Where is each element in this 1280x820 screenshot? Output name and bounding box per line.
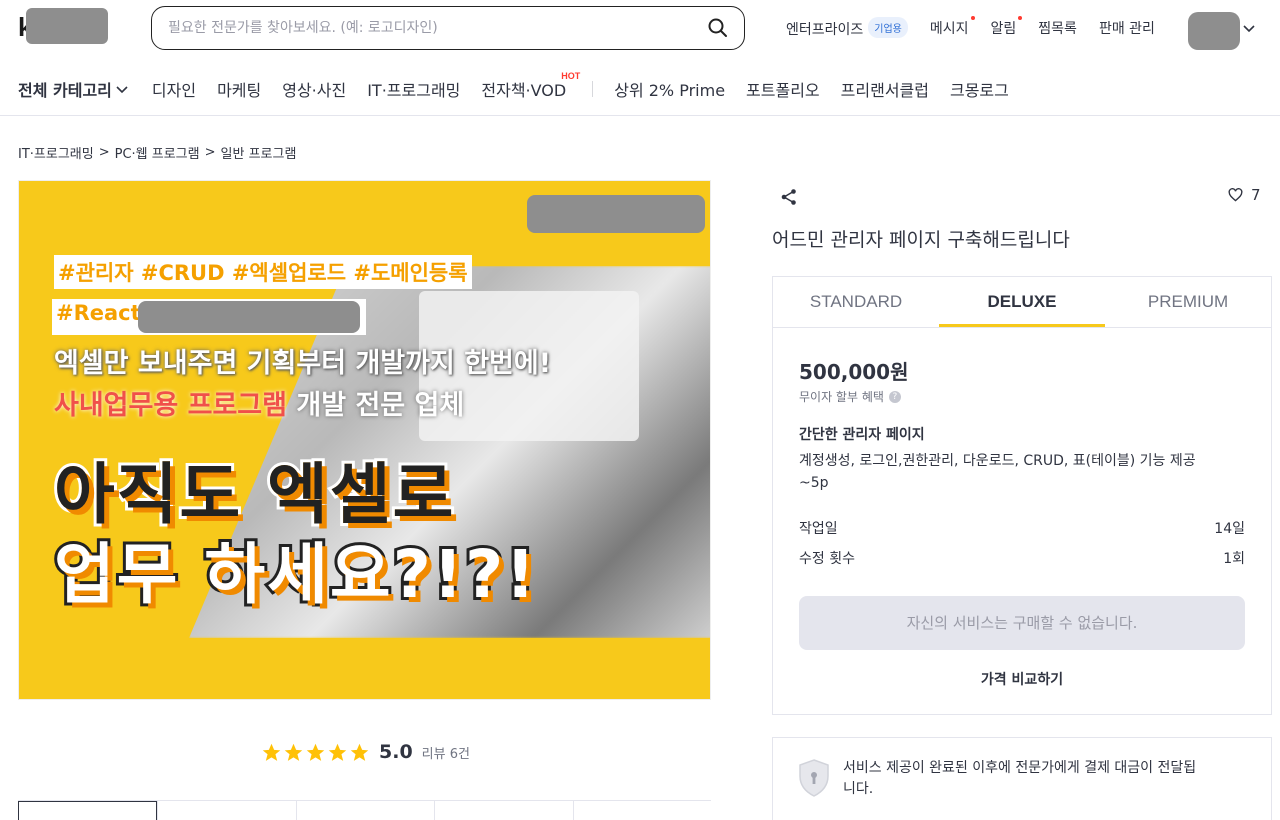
thumbnail-redaction	[527, 195, 705, 233]
avatar[interactable]	[1188, 12, 1240, 50]
search-bar	[151, 6, 745, 50]
thumbnail-subheadline-red: 사내업무용 프로그램	[54, 390, 287, 421]
chevron-down-icon	[116, 86, 128, 94]
revisions-row: 수정 횟수 1회	[799, 548, 1245, 568]
category-prime[interactable]: 상위 2% Prime	[614, 77, 725, 101]
category-portfolio[interactable]: 포트폴리오	[746, 77, 820, 101]
hot-badge: HOT	[561, 71, 581, 81]
thumbnail-tags-line2-text: #React	[56, 301, 141, 325]
messages-unread-dot	[970, 16, 975, 20]
installment-label: 무이자 할부 혜택	[799, 390, 884, 404]
review-count[interactable]: 리뷰 6건	[422, 743, 470, 762]
chevron-down-icon[interactable]	[1242, 20, 1256, 34]
star-icon	[284, 743, 303, 761]
star-rating	[261, 742, 370, 763]
rating-score: 5.0	[379, 741, 413, 763]
all-categories-menu[interactable]: 전체 카테고리	[18, 77, 128, 101]
package-price: 500,000원	[799, 360, 909, 384]
breadcrumb-item[interactable]: IT·프로그래밍	[18, 143, 94, 162]
like-button[interactable]: 7	[1228, 186, 1261, 204]
work-days-label: 작업일	[799, 521, 838, 537]
package-panel: STANDARD DELUXE PREMIUM 500,000원 무이자 할부 …	[772, 276, 1272, 715]
thumbnail-headline: 엑셀만 보내주면 기획부터 개발까지 한번에!	[54, 348, 552, 379]
tab-deluxe[interactable]: DELUXE	[939, 277, 1105, 327]
escrow-notice-text: 서비스 제공이 완료된 이후에 전문가에게 결제 대금이 전달됩니다.	[843, 760, 1197, 797]
detail-tab[interactable]	[18, 801, 158, 820]
detail-tab[interactable]	[434, 801, 572, 820]
thumbnail-subheadline-white: 개발 전문 업체	[286, 390, 465, 421]
star-icon	[306, 743, 325, 761]
share-icon[interactable]	[779, 187, 799, 207]
tab-standard[interactable]: STANDARD	[773, 277, 939, 327]
package-name: 간단한 관리자 페이지	[799, 427, 925, 443]
service-title: 어드민 관리자 페이지 구축해드립니다	[772, 229, 1070, 251]
heart-icon	[1228, 188, 1243, 202]
shield-icon	[797, 758, 831, 798]
search-icon[interactable]	[706, 16, 730, 40]
detail-tab[interactable]	[295, 801, 434, 820]
nav-wishlist[interactable]: 찜목록	[1038, 18, 1077, 38]
star-icon	[328, 743, 347, 761]
breadcrumb-item[interactable]: 일반 프로그램	[221, 143, 297, 162]
top-nav: 엔터프라이즈 기업용 메시지 알림 찜목록 판매 관리	[786, 0, 1167, 56]
service-thumbnail[interactable]: #관리자 #CRUD #엑셀업로드 #도메인등록 #React 엑셀만 보내주면…	[18, 180, 711, 700]
nav-alerts-label: 알림	[990, 21, 1017, 37]
nav-enterprise-label: 엔터프라이즈	[786, 22, 864, 38]
compare-prices-link[interactable]: 가격 비교하기	[773, 669, 1271, 689]
thumbnail-subheadline: 사내업무용 프로그램 개발 전문 업체	[54, 383, 464, 422]
purchase-button[interactable]: 자신의 서비스는 구매할 수 없습니다.	[799, 596, 1245, 650]
breadcrumb: IT·프로그래밍 > PC·웹 프로그램 > 일반 프로그램	[18, 143, 296, 162]
nav-seller-management[interactable]: 판매 관리	[1099, 18, 1155, 38]
work-days-row: 작업일 14일	[799, 518, 1245, 538]
category-bar: 전체 카테고리 디자인 마케팅 영상·사진 IT·프로그래밍 전자책·VOD HO…	[18, 71, 1030, 104]
thumbnail-big-text-2: 업무 하세요?!?!	[51, 533, 538, 616]
star-icon	[262, 743, 281, 761]
nav-messages-label: 메시지	[929, 21, 969, 37]
category-divider	[592, 81, 594, 97]
nav-enterprise[interactable]: 엔터프라이즈 기업용	[786, 17, 908, 39]
all-categories-label: 전체 카테고리	[18, 81, 112, 100]
installment-info: 무이자 할부 혜택?	[799, 388, 901, 405]
category-ebook-vod-label: 전자책·VOD	[481, 81, 567, 100]
escrow-notice: 서비스 제공이 완료된 이후에 전문가에게 결제 대금이 전달됩니다.	[772, 737, 1272, 820]
category-kmong-log[interactable]: 크몽로그	[950, 77, 1009, 101]
logo[interactable]: k	[18, 8, 110, 44]
category-freelancer-club[interactable]: 프리랜서클럽	[841, 77, 929, 101]
revisions-value: 1회	[1223, 551, 1245, 567]
work-days-value: 14일	[1214, 521, 1245, 537]
header-divider	[0, 115, 1280, 116]
breadcrumb-separator-icon: >	[204, 145, 216, 160]
thumbnail-tags-line2: #React	[52, 299, 366, 335]
category-it-programming[interactable]: IT·프로그래밍	[367, 77, 460, 101]
help-icon[interactable]: ?	[888, 390, 901, 403]
category-marketing[interactable]: 마케팅	[217, 77, 261, 101]
rating-summary[interactable]: 5.0 리뷰 6건	[261, 741, 470, 763]
search-input[interactable]	[168, 7, 688, 48]
nav-alerts[interactable]: 알림	[990, 16, 1023, 38]
category-video-photo[interactable]: 영상·사진	[282, 77, 346, 101]
enterprise-badge: 기업용	[868, 17, 908, 38]
category-ebook-vod[interactable]: 전자책·VOD HOT	[481, 71, 580, 101]
breadcrumb-separator-icon: >	[98, 145, 110, 160]
logo-redaction	[26, 8, 108, 44]
category-design[interactable]: 디자인	[152, 77, 196, 101]
detail-tab[interactable]	[572, 801, 711, 820]
nav-messages[interactable]: 메시지	[929, 16, 975, 38]
alerts-unread-dot	[1018, 16, 1023, 20]
revisions-label: 수정 횟수	[799, 551, 855, 567]
tab-premium[interactable]: PREMIUM	[1105, 277, 1271, 327]
package-description: 계정생성, 로그인,권한관리, 다운로드, CRUD, 표(테이블) 기능 제공…	[799, 453, 1196, 491]
star-icon	[350, 743, 369, 761]
breadcrumb-item[interactable]: PC·웹 프로그램	[115, 143, 200, 162]
thumbnail-tag-redaction	[138, 301, 360, 333]
like-count: 7	[1251, 186, 1261, 204]
detail-tabs	[18, 800, 711, 820]
package-tabs: STANDARD DELUXE PREMIUM	[773, 277, 1271, 328]
thumbnail-tags-line1: #관리자 #CRUD #엑셀업로드 #도메인등록	[54, 255, 472, 289]
detail-tab[interactable]	[157, 801, 295, 820]
